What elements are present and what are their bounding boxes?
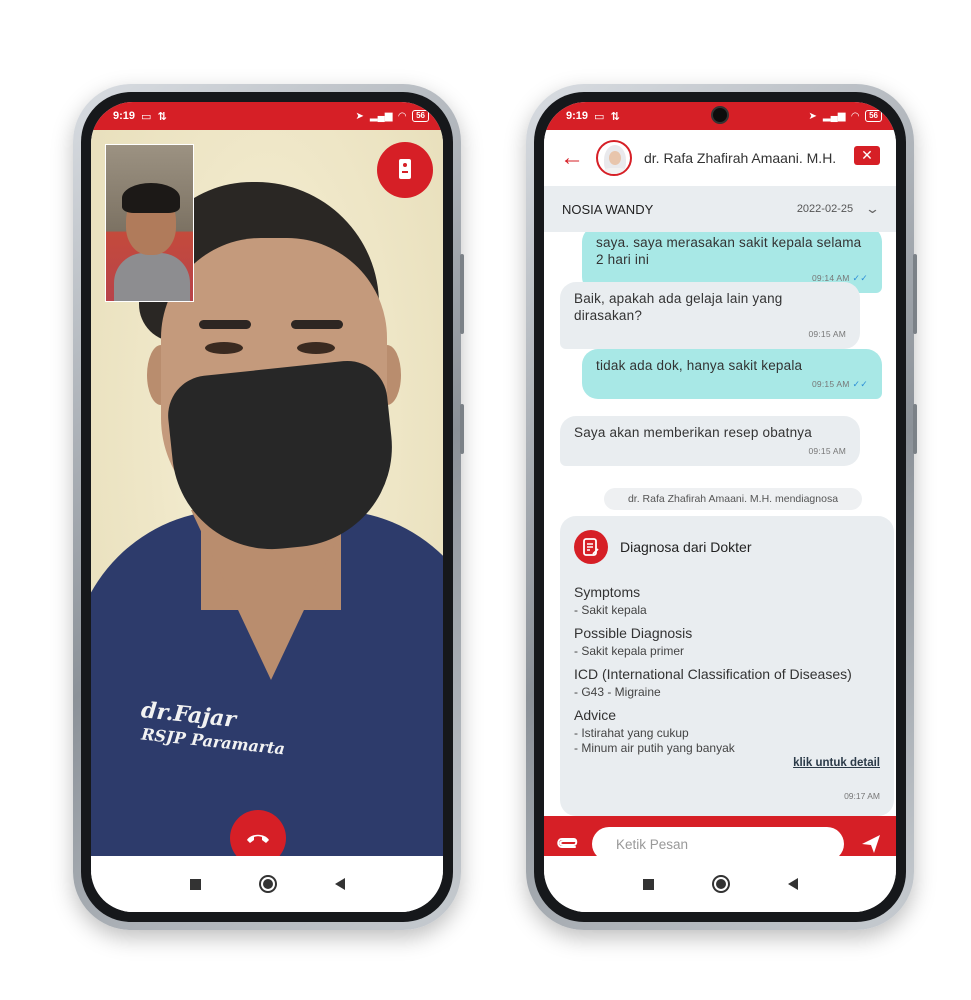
section-item: - Sakit kepala <box>574 603 647 617</box>
data-arrows-icon: ⇅ <box>157 110 167 123</box>
power-button <box>913 404 917 454</box>
back-button[interactable] <box>334 878 345 890</box>
chat-messages[interactable]: saya. saya merasakan sakit kepala selama… <box>544 232 896 816</box>
diagnosis-section-symptoms: Symptoms - Sakit kepala <box>574 584 880 617</box>
laptop-icon: ▭ <box>141 110 152 123</box>
message-text: Baik, apakah ada gelaja lain yang dirasa… <box>574 291 783 323</box>
location-icon: ➤ <box>355 110 364 122</box>
section-heading: Possible Diagnosis <box>574 625 693 641</box>
video-call-screen: 9:19 ▭ ⇅ ➤ ▂▄▆ ◠ 56 dr.Fajar RSJP Parama… <box>91 102 443 912</box>
switch-camera-button[interactable] <box>377 142 433 198</box>
chevron-down-icon[interactable]: ⌄ <box>865 201 880 217</box>
signal-icon: ▂▄▆ <box>369 110 393 122</box>
avatar[interactable] <box>596 140 632 176</box>
bezel: 9:19 ▭ ⇅ ➤ ▂▄▆ ◠ 56 dr.Fajar RSJP Parama… <box>81 92 453 922</box>
attach-icon[interactable] <box>556 834 584 855</box>
signal-icon: ▂▄▆ <box>822 110 846 122</box>
data-arrows-icon: ⇅ <box>610 110 620 123</box>
home-button[interactable] <box>711 875 730 893</box>
message-text: saya. saya merasakan sakit kepala selama… <box>596 235 862 267</box>
wifi-icon: ◠ <box>851 110 860 122</box>
diagnosis-section-possible-diagnosis: Possible Diagnosis - Sakit kepala primer <box>574 625 880 658</box>
doctor-name: dr. Rafa Zhafirah Amaani. M.H. <box>644 150 837 166</box>
message-text: Saya akan memberikan resep obatnya <box>574 425 812 440</box>
doctor-brow <box>199 320 251 329</box>
avatar-face <box>609 151 621 165</box>
phone-video-call: 9:19 ▭ ⇅ ➤ ▂▄▆ ◠ 56 dr.Fajar RSJP Parama… <box>73 84 464 930</box>
avatar-coat <box>600 168 630 174</box>
send-icon[interactable] <box>858 831 884 857</box>
diagnosis-section-advice: Advice - Istirahat yang cukup - Minum ai… <box>574 707 880 755</box>
back-arrow-icon[interactable]: ← <box>560 146 584 170</box>
message-time: 09:15 AM <box>808 446 846 456</box>
doctor-eye <box>297 342 335 354</box>
pip-hair <box>122 183 180 213</box>
laptop-icon: ▭ <box>594 110 605 123</box>
message-time: 09:17 AM <box>844 791 880 801</box>
battery-icon: 56 <box>865 110 882 122</box>
chat-header: ← dr. Rafa Zhafirah Amaani. M.H. ✕ <box>544 130 896 186</box>
volume-button <box>460 254 464 334</box>
android-nav-bar <box>91 856 443 912</box>
section-item: - Sakit kepala primer <box>574 644 685 658</box>
doctor-eye <box>205 342 243 354</box>
patient-info-bar[interactable]: NOSIA WANDY 2022-02-25 ⌄ <box>544 186 896 232</box>
message-time: 09:15 AM <box>812 379 850 389</box>
self-view-pip[interactable] <box>105 144 194 302</box>
read-receipt-icon: ✓✓ <box>852 379 868 389</box>
status-time: 9:19 <box>113 110 136 122</box>
chat-screen: 9:19 ▭ ⇅ ➤ ▂▄▆ ◠ 56 ← dr. Rafa Zhafirah … <box>544 102 896 912</box>
front-camera <box>711 106 729 124</box>
home-button[interactable] <box>258 875 277 893</box>
battery-icon: 56 <box>412 110 429 122</box>
message-incoming: Baik, apakah ada gelaja lain yang dirasa… <box>560 282 860 349</box>
patient-name: NOSIA WANDY <box>562 201 654 217</box>
message-text: tidak ada dok, hanya sakit kepala <box>596 358 803 373</box>
doctor-brow <box>291 320 343 329</box>
android-nav-bar <box>544 856 896 912</box>
status-bar: 9:19 ▭ ⇅ ➤ ▂▄▆ ◠ 56 <box>91 102 443 130</box>
end-chat-button[interactable]: ✕ <box>854 146 884 170</box>
switch-camera-icon <box>399 159 411 179</box>
section-item: - G43 - Migraine <box>574 685 661 699</box>
status-time: 9:19 <box>566 110 589 122</box>
pip-body <box>114 253 190 301</box>
section-heading: Symptoms <box>574 584 641 600</box>
recents-button[interactable] <box>642 878 654 890</box>
section-heading: ICD (International Classification of Dis… <box>574 666 852 682</box>
message-incoming: Saya akan memberikan resep obatnya 09:15… <box>560 416 860 466</box>
consultation-date: 2022-02-25 <box>796 203 854 215</box>
bezel: 9:19 ▭ ⇅ ➤ ▂▄▆ ◠ 56 ← dr. Rafa Zhafirah … <box>534 92 906 922</box>
section-item: - Minum air putih yang banyak <box>574 741 735 755</box>
section-heading: Advice <box>574 707 617 723</box>
back-button[interactable] <box>787 878 798 890</box>
hangup-icon <box>247 834 269 843</box>
location-icon: ➤ <box>808 110 817 122</box>
message-time: 09:15 AM <box>808 329 846 339</box>
recents-button[interactable] <box>189 878 201 890</box>
volume-button <box>913 254 917 334</box>
section-item: - Istirahat yang cukup <box>574 726 689 740</box>
phone-chat: 9:19 ▭ ⇅ ➤ ▂▄▆ ◠ 56 ← dr. Rafa Zhafirah … <box>526 84 917 930</box>
message-outgoing: tidak ada dok, hanya sakit kepala 09:15 … <box>582 349 882 399</box>
detail-link[interactable]: klik untuk detail <box>574 757 880 769</box>
wifi-icon: ◠ <box>398 110 407 122</box>
diagnosis-card: Diagnosa dari Dokter Symptoms - Sakit ke… <box>560 516 894 816</box>
power-button <box>460 404 464 454</box>
diagnosis-section-icd: ICD (International Classification of Dis… <box>574 666 880 699</box>
system-note: dr. Rafa Zhafirah Amaani. M.H. mendiagno… <box>604 488 862 510</box>
remote-video-feed: dr.Fajar RSJP Paramarta <box>91 130 443 872</box>
end-chat-icon: ✕ <box>854 146 880 165</box>
read-receipt-icon: ✓✓ <box>852 273 868 283</box>
diagnosis-title: Diagnosa dari Dokter <box>620 539 752 555</box>
prescription-icon <box>574 530 608 564</box>
